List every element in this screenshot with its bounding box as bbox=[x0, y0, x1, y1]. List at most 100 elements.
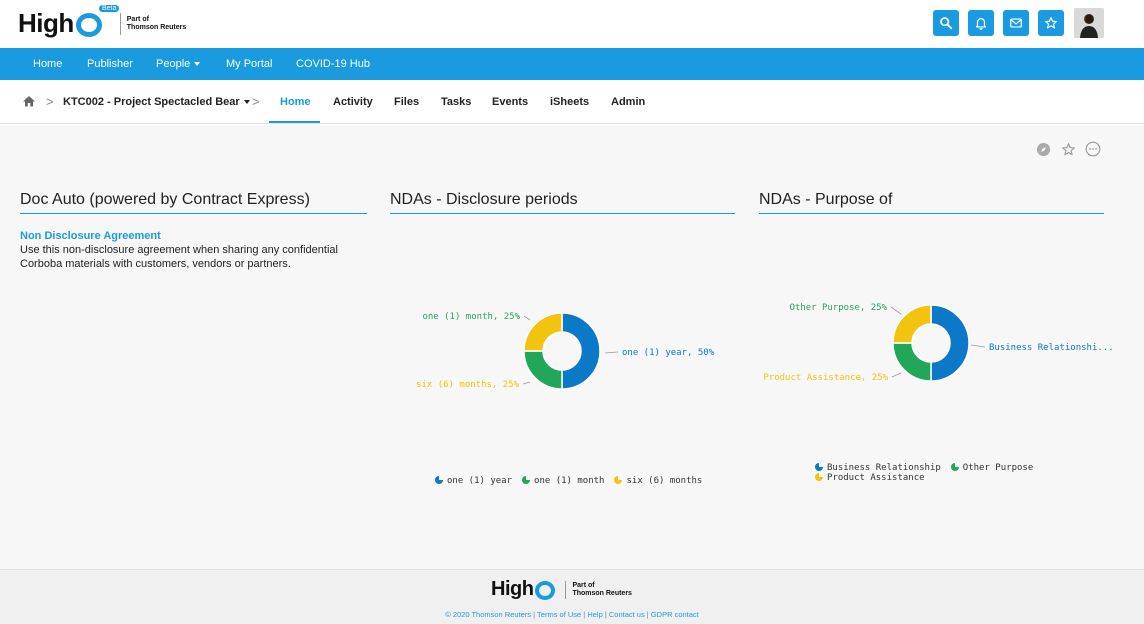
nda-link[interactable]: Non Disclosure Agreement bbox=[20, 230, 161, 242]
donut-leader-line bbox=[891, 372, 902, 378]
donut-slice-six-6-months[interactable] bbox=[523, 312, 563, 352]
logo-q-mark bbox=[75, 12, 102, 37]
beta-badge: Beta bbox=[99, 5, 120, 12]
disclosure-legend: one (1) year one (1) month six (6) months bbox=[435, 476, 712, 486]
footer-logo-sub-line1: Part of bbox=[572, 581, 595, 589]
donut-data-label: one (1) year, 50% bbox=[622, 348, 715, 358]
page-footer: High Part of Thomson Reuters © 2020 Thom… bbox=[0, 569, 1144, 624]
star-outline-icon[interactable] bbox=[1059, 140, 1077, 158]
donut-leader-line bbox=[523, 315, 531, 321]
donut-leader-line bbox=[604, 351, 619, 354]
tab-admin[interactable]: Admin bbox=[611, 80, 645, 124]
doc-auto-rule bbox=[20, 213, 367, 214]
donut-slice-one-1-month[interactable] bbox=[523, 350, 563, 390]
logo-sub-line1: Part of bbox=[126, 15, 149, 23]
breadcrumb-project[interactable]: KTC002 - Project Spectacled Bear bbox=[63, 80, 250, 124]
tab-isheets[interactable]: iSheets bbox=[550, 80, 589, 124]
legend-label: one (1) year bbox=[447, 476, 513, 486]
user-avatar[interactable] bbox=[1074, 8, 1104, 38]
mail-icon bbox=[1010, 18, 1022, 28]
legend-item[interactable]: Product Assistance bbox=[815, 473, 925, 483]
tab-home[interactable]: Home bbox=[280, 80, 311, 124]
legend-swatch-icon bbox=[522, 476, 531, 484]
donut-leader-line bbox=[522, 381, 531, 385]
donut-data-label: one (1) month, 25% bbox=[422, 312, 520, 322]
nav-covid-hub[interactable]: COVID-19 Hub bbox=[296, 48, 370, 80]
logo-subtitle: Part of Thomson Reuters bbox=[127, 16, 187, 32]
tab-files[interactable]: Files bbox=[394, 80, 419, 124]
legend-swatch-icon bbox=[435, 476, 443, 484]
legend-item[interactable]: six (6) months bbox=[614, 476, 702, 486]
logo-divider bbox=[119, 12, 121, 35]
donut-data-label: Other Purpose, 25% bbox=[789, 303, 887, 313]
bell-icon bbox=[976, 18, 986, 30]
doc-auto-title: Doc Auto (powered by Contract Express) bbox=[20, 191, 310, 208]
disclosure-donut-chart: one (1) year, 50% one (1) month, 25% six (… bbox=[416, 312, 715, 390]
legend-label: Business Relationship bbox=[827, 463, 941, 473]
chevron-down-icon bbox=[243, 100, 250, 105]
footer-logo-divider bbox=[565, 580, 567, 599]
nav-home[interactable]: Home bbox=[33, 48, 62, 80]
nav-people[interactable]: People bbox=[156, 48, 201, 80]
footer-logo-text: High bbox=[491, 578, 534, 600]
tab-tasks[interactable]: Tasks bbox=[441, 80, 471, 124]
footer-logo-sub-line2: Thomson Reuters bbox=[572, 589, 632, 597]
messages-button[interactable] bbox=[1003, 10, 1029, 36]
footer-logo-q-mark bbox=[535, 581, 556, 600]
breadcrumb-separator-icon: > bbox=[252, 94, 260, 109]
nav-publisher[interactable]: Publisher bbox=[87, 48, 133, 80]
donut-leader-line bbox=[970, 344, 986, 348]
tab-events[interactable]: Events bbox=[492, 80, 528, 124]
site-nav: > KTC002 - Project Spectacled Bear > Hom… bbox=[0, 80, 1144, 124]
donut-data-label: Product Assistance, 25% bbox=[763, 373, 888, 383]
star-icon bbox=[1045, 17, 1057, 29]
main-nav: Home Publisher People My Portal COVID-19… bbox=[0, 48, 1144, 80]
app-header: High Part of Thomson Reuters Beta bbox=[0, 0, 1144, 48]
more-icon[interactable] bbox=[1084, 140, 1102, 158]
favorites-button[interactable] bbox=[1038, 10, 1064, 36]
legend-item[interactable]: one (1) month bbox=[522, 476, 604, 486]
donut-slice-one-1-year[interactable] bbox=[561, 312, 601, 390]
search-icon bbox=[940, 17, 953, 30]
legend-item[interactable]: Business Relationship bbox=[815, 463, 941, 473]
logo-sub-line2: Thomson Reuters bbox=[126, 23, 187, 31]
disclosure-title: NDAs - Disclosure periods bbox=[390, 191, 578, 208]
logo-text: High bbox=[18, 8, 74, 38]
purpose-donut-chart: Business Relationshi... Other Purpose, 25… bbox=[763, 303, 1113, 383]
footer-links[interactable]: © 2020 Thomson Reuters | Terms of Use | … bbox=[0, 610, 1144, 619]
donut-leader-line bbox=[890, 306, 902, 315]
project-name: KTC002 - Project Spectacled Bear bbox=[63, 96, 240, 108]
legend-item[interactable]: one (1) year bbox=[435, 476, 512, 486]
legend-swatch-icon bbox=[950, 463, 959, 471]
donut-data-label: Business Relationshi... bbox=[989, 343, 1114, 353]
legend-swatch-icon bbox=[815, 463, 823, 471]
active-tab-indicator bbox=[269, 121, 320, 123]
tab-activity[interactable]: Activity bbox=[333, 80, 373, 124]
compass-icon[interactable] bbox=[1034, 140, 1052, 158]
home-icon[interactable] bbox=[22, 80, 36, 124]
chevron-down-icon bbox=[194, 62, 201, 67]
purpose-rule bbox=[759, 213, 1104, 214]
legend-swatch-icon bbox=[815, 473, 823, 481]
footer-logo: High Part of Thomson Reuters bbox=[491, 578, 632, 601]
legend-label: Product Assistance bbox=[827, 473, 925, 483]
highq-logo[interactable]: High Part of Thomson Reuters bbox=[18, 8, 186, 39]
notifications-button[interactable] bbox=[968, 10, 994, 36]
donut-slice-other-purpose[interactable] bbox=[892, 342, 932, 382]
avatar-image bbox=[1074, 8, 1104, 38]
breadcrumb-separator-icon: > bbox=[46, 94, 54, 109]
footer-logo-subtitle: Part of Thomson Reuters bbox=[572, 582, 632, 598]
donut-slice-business-relationship[interactable] bbox=[930, 304, 970, 382]
nav-my-portal[interactable]: My Portal bbox=[226, 48, 272, 80]
nda-description: Use this non-disclosure agreement when s… bbox=[20, 244, 338, 270]
donut-data-label: six (6) months, 25% bbox=[416, 380, 520, 390]
search-button[interactable] bbox=[933, 10, 959, 36]
legend-item[interactable]: Other Purpose bbox=[950, 463, 1034, 473]
legend-swatch-icon bbox=[614, 476, 623, 484]
donut-slice-product-assistance[interactable] bbox=[892, 304, 932, 344]
legend-label: six (6) months bbox=[626, 476, 703, 486]
legend-label: Other Purpose bbox=[962, 463, 1034, 473]
disclosure-rule bbox=[390, 213, 735, 214]
purpose-title: NDAs - Purpose of bbox=[759, 191, 893, 208]
nav-people-label: People bbox=[156, 58, 191, 70]
